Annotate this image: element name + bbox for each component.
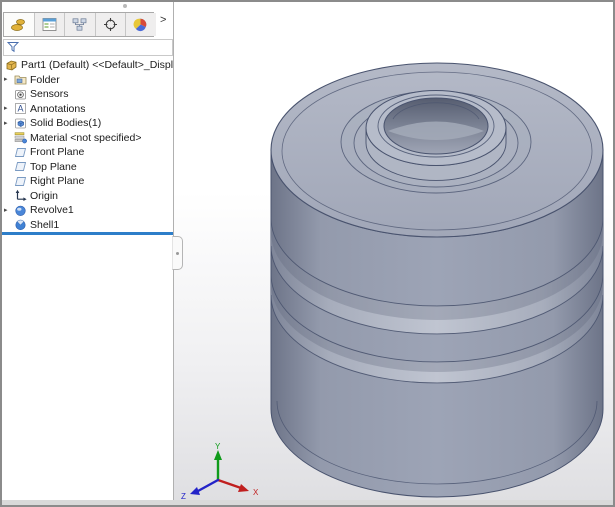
- svg-text:A: A: [17, 104, 23, 114]
- feature-tree: Part1 (Default) <<Default>_Display St ▸ Fo…: [2, 58, 173, 232]
- triad-x-arrowhead: [238, 484, 249, 492]
- part-icon: [5, 59, 18, 72]
- configuration-manager-icon: [71, 17, 88, 32]
- window-bottom-strip: [2, 500, 613, 505]
- tree-item-right-plane[interactable]: Right Plane: [2, 174, 173, 189]
- property-manager-icon: [41, 17, 58, 32]
- plane-icon: [14, 175, 27, 188]
- plane-icon: [14, 146, 27, 159]
- triad-z-label: Z: [181, 492, 186, 500]
- tab-displaymanager[interactable]: [126, 13, 156, 36]
- model-revolved-shell-part[interactable]: [271, 63, 603, 497]
- tree-item-front-plane[interactable]: Front Plane: [2, 145, 173, 160]
- tree-item-label: Origin: [30, 190, 58, 202]
- tree-filter-bar[interactable]: [3, 39, 173, 56]
- panel-splitter-handle[interactable]: [172, 236, 183, 270]
- triad-x-axis: [218, 480, 241, 488]
- tree-item-origin[interactable]: Origin: [2, 189, 173, 204]
- tree-item-label: Material <not specified>: [30, 132, 141, 144]
- tree-item-label: Part1 (Default) <<Default>_Display St: [21, 59, 173, 71]
- reference-triad: Y X Z: [181, 442, 259, 500]
- tree-item-folder[interactable]: ▸ Folder: [2, 73, 173, 88]
- expand-arrow-icon[interactable]: ▸: [4, 207, 14, 214]
- triad-y-label: Y: [215, 442, 221, 451]
- shell-icon: [14, 218, 27, 231]
- solid-bodies-icon: [14, 117, 27, 130]
- tree-item-shell1[interactable]: Shell1: [2, 218, 173, 233]
- tree-item-sensors[interactable]: Sensors: [2, 87, 173, 102]
- solidworks-window: > Part1 (Default) <<Default>_Display St ▸…: [0, 0, 615, 507]
- tree-item-label: Annotations: [30, 103, 85, 115]
- tab-propertymanager[interactable]: [35, 13, 66, 36]
- feature-manager-panel: > Part1 (Default) <<Default>_Display St ▸…: [2, 2, 174, 500]
- tree-item-part1-root[interactable]: Part1 (Default) <<Default>_Display St: [2, 58, 173, 73]
- tree-item-label: Front Plane: [30, 146, 84, 158]
- filter-funnel-icon: [7, 41, 19, 53]
- graphics-viewport[interactable]: Y X Z: [174, 2, 613, 500]
- annotations-icon: A: [14, 102, 27, 115]
- tree-item-label: Folder: [30, 74, 60, 86]
- tab-featuremanager-design-tree[interactable]: [4, 13, 35, 36]
- tree-item-label: Revolve1: [30, 204, 74, 216]
- expand-arrow-icon[interactable]: ▸: [4, 76, 14, 83]
- tree-item-top-plane[interactable]: Top Plane: [2, 160, 173, 175]
- tree-item-material[interactable]: Material <not specified>: [2, 131, 173, 146]
- origin-icon: [14, 189, 27, 202]
- tree-item-label: Sensors: [30, 88, 69, 100]
- expand-arrow-icon[interactable]: ▸: [4, 120, 14, 127]
- triad-y-arrowhead: [214, 450, 222, 460]
- manager-tabs: [3, 12, 154, 37]
- feature-tree-icon: [10, 17, 27, 32]
- splitter-dot: [176, 252, 179, 255]
- tree-item-revolve1[interactable]: ▸ Revolve1: [2, 203, 173, 218]
- tree-item-label: Solid Bodies(1): [30, 117, 101, 129]
- expand-arrow-icon[interactable]: ▸: [4, 105, 14, 112]
- revolve-icon: [14, 204, 27, 217]
- material-icon: [14, 131, 27, 144]
- display-manager-icon: [132, 17, 149, 32]
- tree-item-annotations[interactable]: ▸A Annotations: [2, 102, 173, 117]
- triad-z-axis: [198, 480, 218, 491]
- rollback-bar[interactable]: [2, 232, 173, 235]
- dimxpert-icon: [102, 17, 119, 32]
- tree-item-label: Shell1: [30, 219, 59, 231]
- tree-item-label: Top Plane: [30, 161, 77, 173]
- sensors-icon: [14, 88, 27, 101]
- folder-icon: [14, 73, 27, 86]
- plane-icon: [14, 160, 27, 173]
- tab-dimxpertmanager[interactable]: [96, 13, 127, 36]
- triad-z-arrowhead: [190, 487, 200, 495]
- tree-item-solid-bodies[interactable]: ▸ Solid Bodies(1): [2, 116, 173, 131]
- triad-x-label: X: [253, 488, 259, 497]
- panel-drag-handle-dot[interactable]: [123, 4, 127, 8]
- tab-configurationmanager[interactable]: [65, 13, 96, 36]
- tree-item-label: Right Plane: [30, 175, 84, 187]
- tabs-overflow-chevron[interactable]: >: [160, 15, 166, 26]
- scene-svg: Y X Z: [174, 2, 613, 500]
